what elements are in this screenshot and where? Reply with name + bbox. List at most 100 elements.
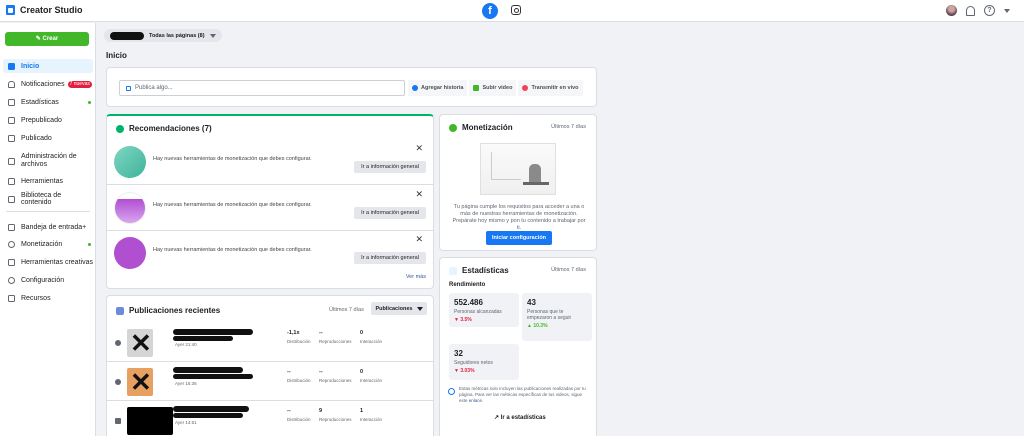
recommendation-text: Hay nuevas herramientas de monetización …: [153, 202, 312, 208]
sidebar-item-monetizacion[interactable]: Monetización: [3, 237, 93, 251]
metric-reach[interactable]: 552.486 Personas alcanzadas ▼ 3.5%: [449, 293, 519, 327]
recent-posts-card: Publicaciones recientes Últimos 7 días P…: [106, 295, 434, 436]
statistics-title: Estadísticas: [462, 266, 509, 275]
pencil-icon: [126, 85, 131, 91]
library-icon: [8, 195, 15, 203]
sidebar-item-herramientas[interactable]: Herramientas: [3, 174, 93, 188]
posts-filter-dropdown[interactable]: Publicaciones: [371, 302, 427, 315]
video-icon: [473, 85, 480, 91]
metric-change: ▼ 3.5%: [454, 317, 472, 323]
distribution-label: Distribución: [287, 378, 311, 383]
table-row[interactable]: ✕ Ayer 15:36 -- Distribución -- Reproducci…: [107, 363, 433, 401]
recommendations-card: Recomendaciones (7) Hay nuevas herramien…: [106, 114, 434, 289]
resources-icon: [8, 294, 15, 302]
sidebar-item-inicio[interactable]: Inicio: [3, 59, 93, 73]
metric-net-followers[interactable]: 32 Seguidores netos ▼ 3.03%: [449, 344, 519, 380]
recommendation-text: Hay nuevas herramientas de monetización …: [153, 156, 312, 162]
metric-change: ▲ 10.3%: [527, 323, 548, 329]
recent-posts-header: Publicaciones recientes: [116, 306, 220, 315]
sidebar-item-herramientas-creativas[interactable]: Herramientas creativas: [3, 255, 93, 269]
sidebar-item-notificaciones[interactable]: Notificaciones 7 nuevas: [3, 77, 93, 91]
live-icon: [522, 85, 529, 91]
sidebar-item-recursos[interactable]: Recursos: [3, 291, 93, 305]
notification-badge: 7 nuevas: [67, 80, 92, 88]
help-icon[interactable]: ?: [984, 5, 995, 16]
period-label: Últimos 7 días: [551, 267, 586, 273]
add-story-button[interactable]: Agregar historia: [408, 80, 468, 96]
metric-new-followers[interactable]: 43 Personas que te empezaron a seguir ▲ …: [522, 293, 592, 341]
upload-video-label: Subir video: [482, 85, 513, 91]
redacted-title: [173, 336, 233, 341]
create-button[interactable]: ✎ Crear: [5, 32, 89, 46]
post-time: Ayer 14:51: [175, 420, 197, 425]
money-icon: [449, 123, 457, 132]
sidebar-item-label: Recursos: [21, 294, 51, 302]
redacted-page-avatar: [110, 31, 144, 40]
sidebar-item-biblioteca[interactable]: Biblioteca de contenido: [3, 192, 93, 206]
statistics-card: Estadísticas Últimos 7 días Rendimiento …: [439, 257, 597, 436]
avatar[interactable]: [946, 5, 957, 16]
instagram-icon[interactable]: [511, 5, 521, 15]
photo-icon: [115, 379, 121, 385]
recommendations-header: Recomendaciones (7): [116, 124, 212, 133]
start-setup-button[interactable]: Iniciar configuración: [486, 231, 552, 245]
overview-button[interactable]: Ir a información general: [354, 252, 426, 264]
bell-icon[interactable]: [966, 5, 975, 16]
go-live-button[interactable]: Transmitir en vivo: [518, 80, 583, 96]
overview-button[interactable]: Ir a información general: [354, 207, 426, 219]
sidebar-item-prepublicado[interactable]: Prepublicado: [3, 113, 93, 127]
redacted-title: [173, 413, 243, 418]
account-menu-caret-icon[interactable]: [1004, 8, 1010, 13]
sidebar-item-bandeja[interactable]: Bandeja de entrada+: [3, 220, 93, 234]
sidebar-item-label: Monetización: [21, 240, 63, 248]
redaction-mark: ✕: [130, 367, 152, 397]
recommendation-item: Hay nuevas herramientas de monetización …: [107, 231, 433, 276]
compose-input[interactable]: Publica algo...: [119, 80, 405, 96]
sidebar-item-publicado[interactable]: Publicado: [3, 131, 93, 145]
see-more-link[interactable]: Ver más: [406, 274, 426, 280]
sidebar-item-estadisticas[interactable]: Estadísticas: [3, 95, 93, 109]
posts-filter-label: Publicaciones: [375, 305, 413, 312]
page-selector[interactable]: Todas las páginas (8): [104, 29, 222, 42]
overview-button[interactable]: Ir a información general: [354, 161, 426, 173]
sidebar-divider: [6, 211, 90, 212]
metric-label: Personas alcanzadas: [454, 309, 502, 315]
metrics-note: Estas métricas solo incluyen las publica…: [459, 386, 586, 403]
tools-icon: [8, 177, 15, 185]
sidebar-item-label: Configuración: [21, 276, 65, 284]
info-icon: [448, 388, 455, 395]
go-live-label: Transmitir en vivo: [531, 85, 579, 91]
sidebar-item-label: Administración de archivos: [21, 153, 77, 168]
close-icon[interactable]: ✕: [415, 234, 423, 245]
app-brand[interactable]: Creator Studio: [6, 5, 83, 15]
gear-icon: [8, 276, 15, 284]
redacted-title: [173, 367, 243, 373]
sidebar-item-label: Biblioteca de contenido: [21, 192, 62, 206]
chart-icon: [449, 266, 457, 275]
go-to-statistics-link[interactable]: ↗ Ir a estadísticas: [494, 414, 546, 421]
close-icon[interactable]: ✕: [415, 189, 423, 200]
distribution-label: Distribución: [287, 417, 311, 422]
creator-studio-icon: [6, 5, 15, 15]
sidebar-item-configuracion[interactable]: Configuración: [3, 273, 93, 287]
sidebar-item-label: Herramientas creativas: [21, 258, 93, 266]
close-icon[interactable]: ✕: [415, 143, 423, 154]
compose-placeholder: Publica algo...: [135, 85, 173, 91]
distribution-value: --: [287, 408, 291, 414]
note-link[interactable]: enlace: [469, 398, 482, 403]
table-row[interactable]: ✕ Ayer 21:40 -1,1x Distribución -- Reprodu…: [107, 324, 433, 362]
recommendation-item: Hay nuevas herramientas de monetización …: [107, 186, 433, 231]
facebook-icon[interactable]: f: [482, 3, 498, 19]
new-dot: [88, 100, 91, 104]
recommendation-image: [114, 192, 146, 224]
monetization-illustration: [480, 143, 556, 195]
upload-video-button[interactable]: Subir video: [469, 80, 517, 96]
redacted-title: [173, 374, 253, 379]
sidebar-item-label: Inicio: [21, 62, 40, 70]
monetization-description: Tu página cumple los requisitos para acc…: [452, 204, 586, 231]
interaction-value: 0: [360, 369, 364, 375]
sidebar-item-archivos[interactable]: Administración de archivos: [3, 150, 93, 172]
metric-value: 552.486: [454, 298, 483, 307]
sidebar-item-label: Notificaciones: [21, 80, 65, 88]
table-row[interactable]: Ayer 14:51 -- Distribución 9 Reproduccione…: [107, 402, 433, 436]
